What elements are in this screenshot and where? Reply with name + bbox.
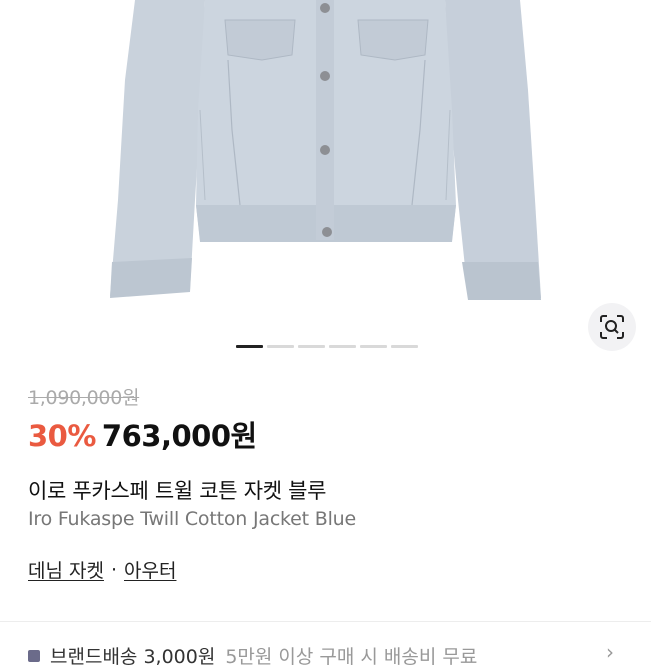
pagination-dot[interactable] — [329, 345, 356, 348]
category-denim-jacket-link[interactable]: 데님 자켓 — [28, 556, 104, 583]
product-title-korean: 이로 푸카스페 트윌 코튼 자켓 블루 — [28, 479, 327, 503]
delivery-icon — [28, 649, 40, 662]
category-outer-link[interactable]: 아우터 — [124, 556, 176, 583]
gallery-pagination — [236, 345, 418, 348]
shipping-info-row[interactable]: 브랜드배송 3,000원 5만원 이상 구매 시 배송비 무료 — [28, 642, 477, 669]
image-search-button[interactable] — [588, 303, 636, 351]
pagination-dot[interactable] — [360, 345, 387, 348]
chevron-right-icon[interactable]: › — [606, 640, 614, 664]
sale-price: 763,000원 — [101, 419, 257, 453]
free-shipping-condition: 5만원 이상 구매 시 배송비 무료 — [225, 646, 478, 668]
image-search-icon — [600, 315, 624, 339]
category-separator: · — [110, 558, 118, 581]
pagination-dot-active[interactable] — [236, 345, 263, 348]
product-title-english: Iro Fukaspe Twill Cotton Jacket Blue — [28, 508, 357, 530]
pagination-dot[interactable] — [298, 345, 325, 348]
product-image-area[interactable] — [0, 0, 651, 330]
discount-rate: 30% — [28, 419, 96, 453]
section-divider — [0, 621, 651, 622]
shipping-fee: 브랜드배송 3,000원 — [50, 646, 216, 668]
pagination-dot[interactable] — [267, 345, 294, 348]
category-breadcrumb: 데님 자켓 · 아우터 — [28, 556, 176, 583]
original-price: 1,090,000원 — [28, 387, 140, 409]
jacket-image — [110, 0, 541, 300]
pagination-dot[interactable] — [391, 345, 418, 348]
price-row: 30% 763,000원 — [28, 413, 257, 455]
